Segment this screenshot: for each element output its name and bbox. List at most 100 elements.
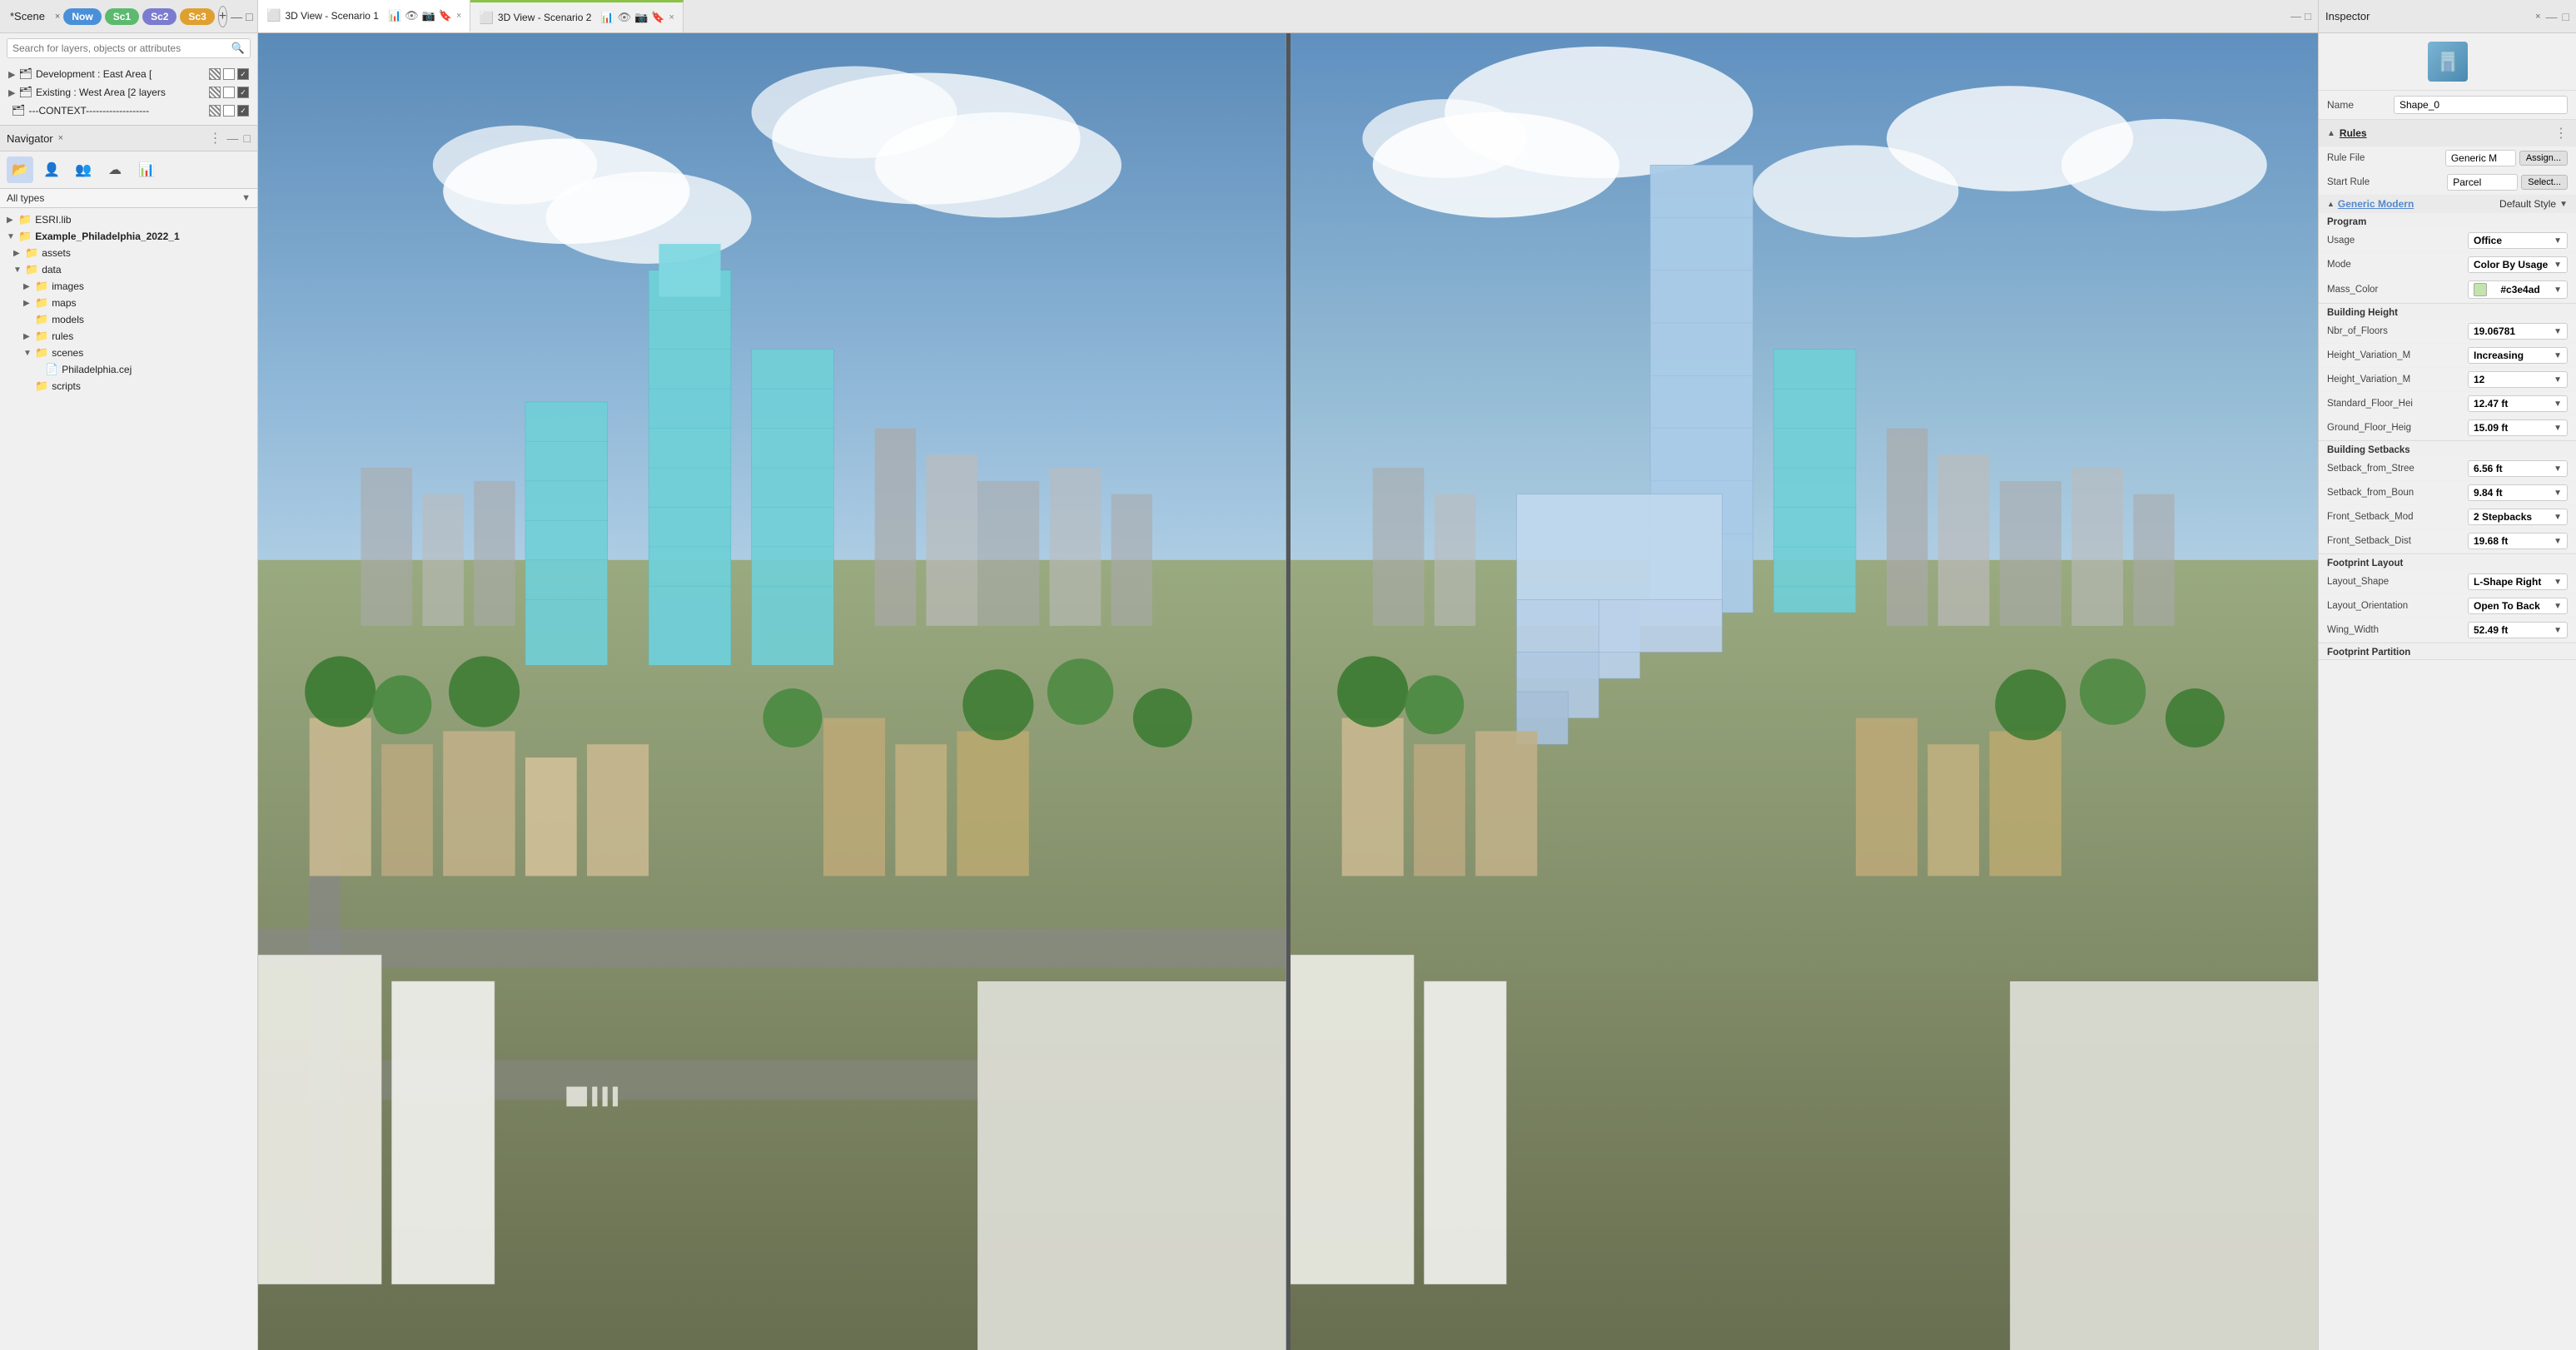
- rules-section-more-icon[interactable]: ⋮: [2554, 125, 2568, 141]
- height-var-m2-dropdown[interactable]: 12 ▼: [2468, 371, 2568, 388]
- nav-cloud-btn[interactable]: ☁: [102, 156, 128, 183]
- maximize-icon[interactable]: □: [246, 10, 252, 23]
- usage-dropdown[interactable]: Office ▼: [2468, 232, 2568, 249]
- scene-tab-close-btn[interactable]: ×: [55, 12, 60, 22]
- tab1-camera-icon[interactable]: 📷: [422, 9, 435, 22]
- tree-item-philadelphia[interactable]: 📄 Philadelphia.cej: [0, 361, 257, 378]
- layout-shape-dropdown[interactable]: L-Shape Right ▼: [2468, 573, 2568, 590]
- rules-section-header[interactable]: ▲ Rules ⋮: [2319, 120, 2576, 146]
- nav-folder-open-btn[interactable]: 📂: [7, 156, 33, 183]
- inspector-minimize-icon[interactable]: —: [2546, 10, 2558, 23]
- tree-item-esrilib[interactable]: ▶ 📁 ESRI.lib: [0, 211, 257, 228]
- tab2-bar-icon[interactable]: 📊: [600, 11, 614, 24]
- layer-check-box2[interactable]: [223, 87, 235, 98]
- navigator-more-icon[interactable]: ⋮: [209, 130, 222, 146]
- tree-item-example[interactable]: ▼ 📁 Example_Philadelphia_2022_1: [0, 228, 257, 245]
- tree-item-maps[interactable]: ▶ 📁 maps: [0, 295, 257, 311]
- layer-check-diag[interactable]: [209, 68, 221, 80]
- front-dist-row[interactable]: Front_Setback_Dist 19.68 ft ▼: [2319, 529, 2576, 553]
- mode-dropdown[interactable]: Color By Usage ▼: [2468, 256, 2568, 273]
- tab-scenario1-close[interactable]: ×: [456, 11, 461, 21]
- tab-scenario2-close[interactable]: ×: [669, 12, 674, 22]
- ground-floor-row[interactable]: Ground_Floor_Heig 15.09 ft ▼: [2319, 416, 2576, 440]
- front-mod-row[interactable]: Front_Setback_Mod 2 Stepbacks ▼: [2319, 505, 2576, 529]
- minimize-icon[interactable]: —: [231, 10, 242, 23]
- setback-street-row[interactable]: Setback_from_Stree 6.56 ft ▼: [2319, 457, 2576, 481]
- mass-color-dropdown[interactable]: #c3e4ad ▼: [2468, 280, 2568, 299]
- tree-item-models[interactable]: 📁 models: [0, 311, 257, 328]
- tree-item-scenes[interactable]: ▼ 📁 scenes: [0, 345, 257, 361]
- ground-floor-dropdown[interactable]: 15.09 ft ▼: [2468, 419, 2568, 436]
- search-input[interactable]: [12, 42, 231, 54]
- std-floor-row[interactable]: Standard_Floor_Hei 12.47 ft ▼: [2319, 392, 2576, 416]
- type-filter[interactable]: All types ▼: [0, 189, 257, 208]
- tree-item-assets[interactable]: ▶ 📁 assets: [0, 245, 257, 261]
- layout-orient-row[interactable]: Layout_Orientation Open To Back ▼: [2319, 594, 2576, 618]
- nbr-floors-dropdown[interactable]: 19.06781 ▼: [2468, 323, 2568, 340]
- mass-color-value: #c3e4ad: [2500, 284, 2539, 295]
- tab2-bookmark-icon[interactable]: 🔖: [651, 11, 664, 24]
- wing-width-row[interactable]: Wing_Width 52.49 ft ▼: [2319, 618, 2576, 643]
- add-scenario-btn[interactable]: +: [218, 6, 227, 27]
- navigator-close-btn[interactable]: ×: [58, 133, 63, 143]
- mode-row[interactable]: Mode Color By Usage ▼: [2319, 253, 2576, 277]
- tree-item-scripts[interactable]: 📁 scripts: [0, 378, 257, 395]
- tab-scenario2-icon: ⬜: [479, 11, 493, 25]
- tab2-eye-icon[interactable]: 👁: [618, 11, 632, 24]
- nbr-floors-row[interactable]: Nbr_of_Floors 19.06781 ▼: [2319, 320, 2576, 344]
- tab1-bar-icon[interactable]: 📊: [388, 9, 401, 22]
- layer-check-diag2[interactable]: [209, 87, 221, 98]
- pill-sc3[interactable]: Sc3: [180, 8, 214, 25]
- assign-btn[interactable]: Assign...: [2519, 151, 2568, 166]
- setback-street-dropdown[interactable]: 6.56 ft ▼: [2468, 460, 2568, 477]
- tab-scenario2[interactable]: ⬜ 3D View - Scenario 2 📊 👁 📷 🔖 ×: [470, 0, 683, 32]
- generic-modern-subsection[interactable]: ▲ Generic Modern Default Style ▼: [2319, 195, 2576, 213]
- tree-item-images[interactable]: ▶ 📁 images: [0, 278, 257, 295]
- tab2-camera-icon[interactable]: 📷: [634, 11, 648, 24]
- pill-sc1[interactable]: Sc1: [105, 8, 139, 25]
- tree-item-rules[interactable]: ▶ 📁 rules: [0, 328, 257, 345]
- inspector-close-btn[interactable]: ×: [2535, 12, 2540, 22]
- setback-bound-dropdown[interactable]: 9.84 ft ▼: [2468, 484, 2568, 501]
- center-maximize-icon[interactable]: □: [2305, 10, 2311, 22]
- generic-modern-style-dropdown[interactable]: Default Style ▼: [2499, 198, 2568, 210]
- layer-item-development[interactable]: ▶ 🗂 Development : East Area [ ✓: [7, 65, 251, 83]
- setback-bound-row[interactable]: Setback_from_Boun 9.84 ft ▼: [2319, 481, 2576, 505]
- layer-check-box3[interactable]: [223, 105, 235, 117]
- tab1-eye-icon[interactable]: 👁: [405, 9, 419, 22]
- layer-check-checked2[interactable]: ✓: [237, 87, 249, 98]
- pill-sc2[interactable]: Sc2: [142, 8, 177, 25]
- nav-user-btn[interactable]: 👤: [38, 156, 65, 183]
- layer-check-checked[interactable]: ✓: [237, 68, 249, 80]
- front-mod-dropdown[interactable]: 2 Stepbacks ▼: [2468, 509, 2568, 525]
- select-btn[interactable]: Select...: [2521, 175, 2568, 190]
- front-dist-dropdown[interactable]: 19.68 ft ▼: [2468, 533, 2568, 549]
- usage-row[interactable]: Usage Office ▼: [2319, 229, 2576, 253]
- center-minimize-icon[interactable]: —: [2290, 10, 2301, 22]
- height-var-m-dropdown[interactable]: Increasing ▼: [2468, 347, 2568, 364]
- layer-check-box[interactable]: [223, 68, 235, 80]
- pill-now[interactable]: Now: [63, 8, 101, 25]
- layer-item-context[interactable]: 🗂 ---CONTEXT------------------- ✓: [7, 102, 251, 120]
- mass-color-row[interactable]: Mass_Color #c3e4ad ▼: [2319, 277, 2576, 303]
- navigator-maximize-icon[interactable]: □: [244, 132, 251, 145]
- wing-width-dropdown[interactable]: 52.49 ft ▼: [2468, 622, 2568, 638]
- tab1-bookmark-icon[interactable]: 🔖: [439, 9, 452, 22]
- height-var-m-row[interactable]: Height_Variation_M Increasing ▼: [2319, 344, 2576, 368]
- nav-chart-btn[interactable]: 📊: [133, 156, 160, 183]
- tree-item-data[interactable]: ▼ 📁 data: [0, 261, 257, 278]
- layer-item-existing[interactable]: ▶ 🗂 Existing : West Area [2 layers ✓: [7, 83, 251, 102]
- tab-scenario1[interactable]: ⬜ 3D View - Scenario 1 📊 👁 📷 🔖 ×: [258, 0, 470, 32]
- layout-orient-dropdown[interactable]: Open To Back ▼: [2468, 598, 2568, 614]
- nav-group-btn[interactable]: 👥: [70, 156, 97, 183]
- layer-check-checked3[interactable]: ✓: [237, 105, 249, 117]
- std-floor-dropdown[interactable]: 12.47 ft ▼: [2468, 395, 2568, 412]
- front-dist-label: Front_Setback_Dist: [2327, 536, 2468, 546]
- navigator-minimize-icon[interactable]: —: [227, 132, 239, 145]
- layout-shape-row[interactable]: Layout_Shape L-Shape Right ▼: [2319, 570, 2576, 594]
- inspector-name-input[interactable]: [2394, 96, 2568, 114]
- layer-checks-existing: ✓: [209, 87, 249, 98]
- inspector-maximize-icon[interactable]: □: [2563, 10, 2569, 23]
- height-var-m2-row[interactable]: Height_Variation_M 12 ▼: [2319, 368, 2576, 392]
- layer-check-diag3[interactable]: [209, 105, 221, 117]
